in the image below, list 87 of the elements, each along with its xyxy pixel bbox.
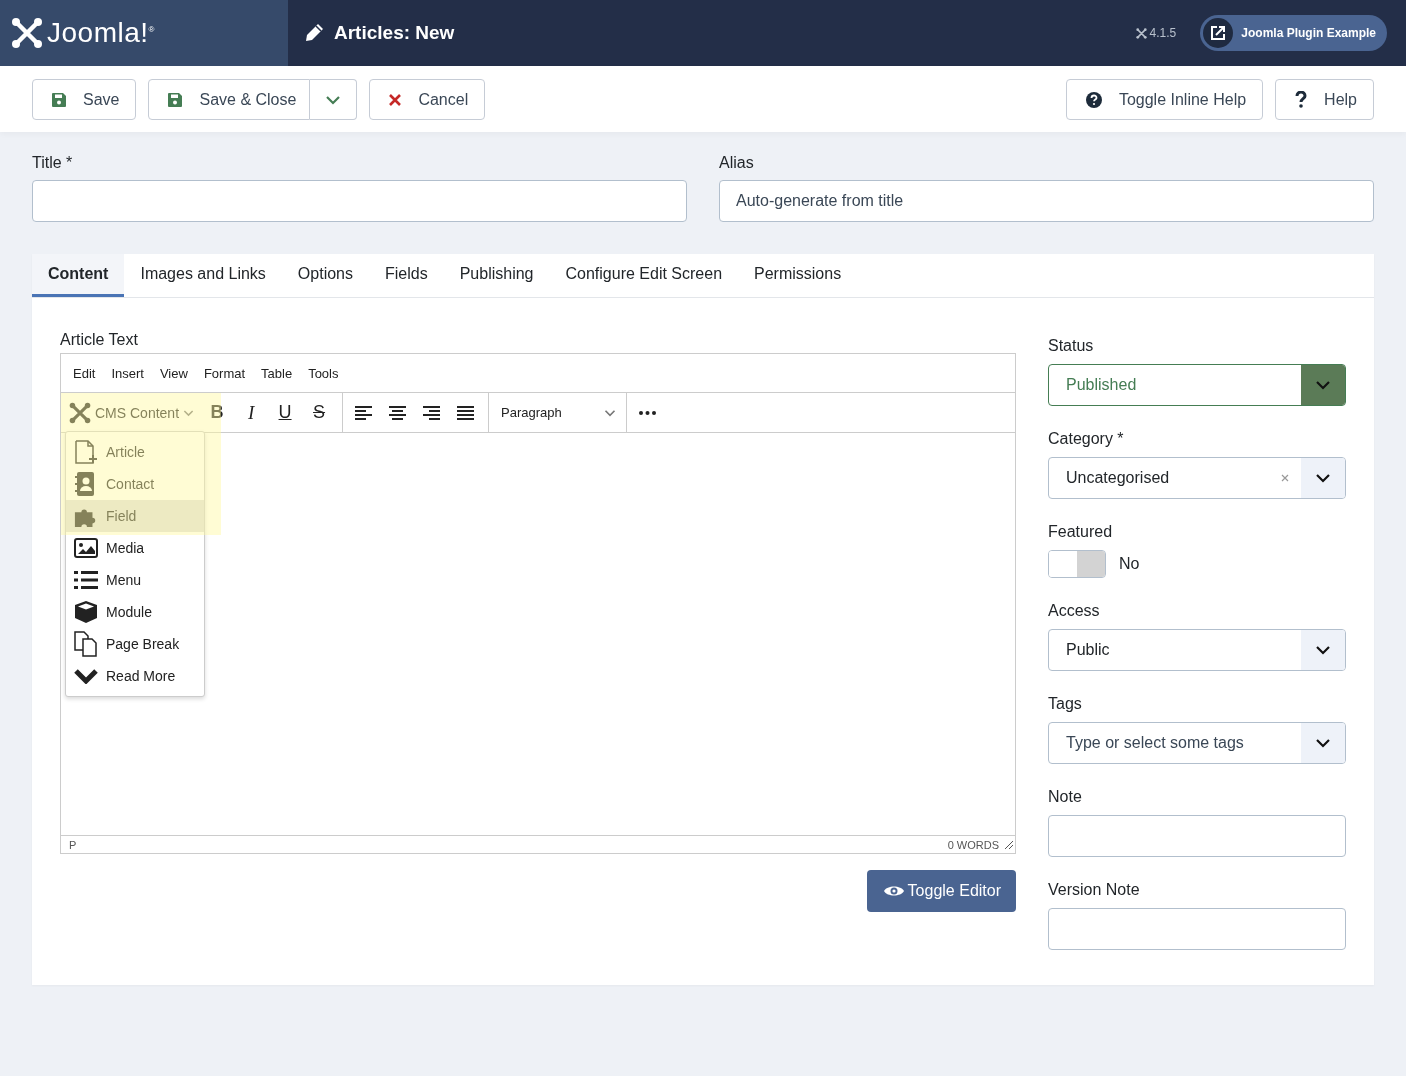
- logo-icon: [11, 17, 43, 49]
- chevron-down-icon: [1315, 738, 1331, 748]
- select-field[interactable]: Uncategorised: [1048, 457, 1346, 499]
- tab[interactable]: Content: [32, 254, 125, 297]
- chevron-down-icon: [74, 668, 98, 684]
- select-field[interactable]: Public: [1048, 629, 1346, 671]
- cancel-button[interactable]: Cancel: [369, 79, 486, 120]
- dropdown-toggle[interactable]: [310, 79, 358, 120]
- resize-handle-icon[interactable]: [1005, 840, 1013, 849]
- element-path: P: [69, 838, 77, 851]
- field-label: Note: [1048, 788, 1083, 806]
- toggle-label: No: [1119, 555, 1140, 573]
- help-button[interactable]: Help: [1275, 79, 1374, 120]
- pencil-icon: [304, 23, 324, 43]
- new-document-icon: [74, 440, 98, 464]
- field-label: Version Note: [1048, 881, 1141, 899]
- italic-button[interactable]: I: [234, 395, 269, 430]
- tab[interactable]: Fields: [369, 254, 444, 297]
- cube-icon: [74, 600, 98, 624]
- align-right-icon[interactable]: [423, 405, 441, 420]
- help-button[interactable]: Toggle Inline Help: [1065, 79, 1264, 120]
- toggle-switch[interactable]: [1048, 550, 1106, 578]
- format-dropdown[interactable]: Paragraph: [489, 393, 628, 432]
- menu-item[interactable]: Read More: [66, 660, 204, 692]
- clear-icon[interactable]: [1281, 474, 1289, 482]
- pages-icon: [74, 631, 98, 657]
- external-link-icon: [1210, 25, 1227, 41]
- tab[interactable]: Publishing: [443, 254, 550, 297]
- tab[interactable]: Options: [281, 254, 369, 297]
- field-label: Status: [1048, 337, 1095, 355]
- select-field[interactable]: Type or select some tags: [1048, 722, 1346, 764]
- save-close-button[interactable]: Save & Close: [148, 79, 311, 120]
- menu-item[interactable]: Media: [66, 532, 204, 564]
- menu-item[interactable]: Edit: [65, 365, 104, 381]
- word-count: 0 WORDS: [947, 838, 999, 851]
- eye-icon: [883, 884, 904, 898]
- brand-name: Joomla!$^{®}$: [47, 17, 155, 49]
- joomla-icon: [1135, 27, 1147, 39]
- version-label: 4.1.5: [1149, 26, 1177, 40]
- field-label: Article Text: [60, 331, 139, 349]
- input-field[interactable]: [1048, 908, 1346, 950]
- field-label: Title *: [32, 154, 74, 172]
- menu-item[interactable]: Contact: [66, 468, 204, 500]
- close-icon: [389, 93, 402, 106]
- tab[interactable]: Permissions: [738, 254, 858, 297]
- menu-item[interactable]: Article: [66, 436, 204, 468]
- chevron-down-icon: [1315, 380, 1331, 390]
- menu-item[interactable]: Page Break: [66, 628, 204, 660]
- list-icon: [74, 570, 98, 590]
- rich-text-editor[interactable]: Edit Insert View Format Table Tools CMS Content B I U S Paragraph P 0 WORDS Article Contact Field Media Menu Module Page Break Read More: [60, 353, 1016, 854]
- menu-item[interactable]: Table: [253, 365, 301, 381]
- menu-item[interactable]: Module: [66, 596, 204, 628]
- field-label: Access: [1048, 602, 1101, 620]
- chevron-down-icon: [1315, 645, 1331, 655]
- input-field[interactable]: [1048, 815, 1346, 857]
- bold-button[interactable]: B: [200, 395, 235, 430]
- menu-item[interactable]: Menu: [66, 564, 204, 596]
- menu-item[interactable]: Format: [195, 365, 254, 381]
- field-label: Category *: [1048, 430, 1125, 448]
- field-label: Featured: [1048, 523, 1114, 541]
- field-label: Tags: [1048, 695, 1083, 713]
- align-left-icon[interactable]: [355, 405, 373, 420]
- alias-input[interactable]: Auto-generate from title: [719, 180, 1374, 222]
- toggle-editor-button[interactable]: Toggle Editor: [866, 870, 1016, 912]
- page-title: Articles: New: [334, 22, 455, 44]
- menu-item[interactable]: Insert: [103, 365, 152, 381]
- cms-content-button[interactable]: CMS Content: [61, 393, 201, 432]
- status-select[interactable]: Published: [1048, 364, 1346, 406]
- save-button[interactable]: Save: [32, 79, 137, 120]
- site-link[interactable]: Joomla Plugin Example: [1200, 15, 1387, 51]
- tab[interactable]: Configure Edit Screen: [549, 254, 739, 297]
- align-center-icon[interactable]: [389, 405, 407, 420]
- underline-button[interactable]: U: [268, 395, 303, 430]
- justify-icon[interactable]: [457, 405, 475, 420]
- chevron-down-icon: [325, 94, 342, 105]
- help-icon: [1295, 91, 1308, 108]
- more-icon: [639, 410, 657, 415]
- strike-button[interactable]: S: [302, 395, 337, 430]
- field-label: Alias: [719, 154, 755, 172]
- menu-item[interactable]: View: [151, 365, 196, 381]
- title-input[interactable]: [32, 180, 687, 222]
- joomla-icon: [69, 401, 91, 424]
- tab[interactable]: Images and Links: [124, 254, 282, 297]
- menu-item[interactable]: Tools: [300, 365, 347, 381]
- image-icon: [74, 538, 98, 558]
- help-icon: [1085, 91, 1102, 108]
- chevron-down-icon: [1315, 473, 1331, 483]
